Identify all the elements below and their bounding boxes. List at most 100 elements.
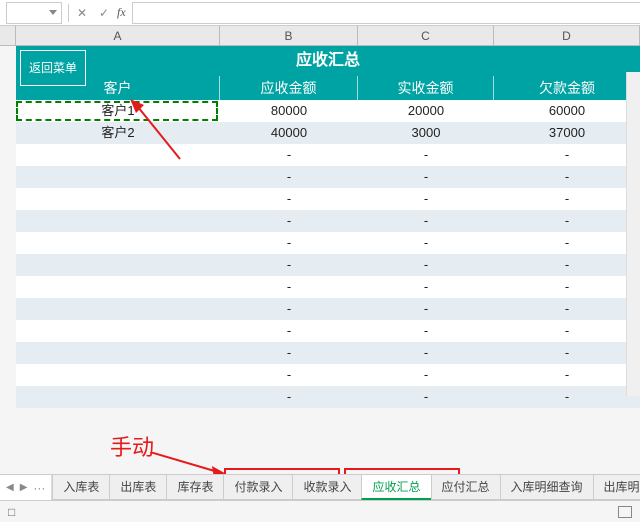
sheet-tab[interactable]: 收款录入 <box>292 475 362 500</box>
formula-input[interactable] <box>132 2 640 24</box>
cell-owed: - <box>494 386 640 408</box>
cell-received: - <box>358 364 494 386</box>
cancel-icon[interactable]: ✕ <box>71 6 93 20</box>
cell-receivable: - <box>220 364 358 386</box>
confirm-icon[interactable]: ✓ <box>93 6 115 20</box>
table-row[interactable]: --- <box>16 298 640 320</box>
sheet-tab[interactable]: 应收汇总 <box>361 475 431 500</box>
tabs: 入库表出库表库存表付款录入收款录入应收汇总应付汇总入库明细查询出库明 <box>52 475 640 500</box>
col-header-b[interactable]: B <box>220 26 358 45</box>
cell-receivable: - <box>220 342 358 364</box>
cell-customer <box>16 254 220 276</box>
cell-customer <box>16 364 220 386</box>
content: 返回菜单 应收汇总 客户 应收金额 实收金额 欠款金额 客户1800002000… <box>16 46 640 408</box>
sheet-tab[interactable]: 入库明细查询 <box>500 475 594 500</box>
col-header-c[interactable]: C <box>358 26 494 45</box>
table-row[interactable]: 客户240000300037000 <box>16 122 640 144</box>
sheet-tab[interactable]: 出库表 <box>109 475 167 500</box>
table-row[interactable]: --- <box>16 364 640 386</box>
cell-customer <box>16 210 220 232</box>
th-owed: 欠款金额 <box>494 76 640 100</box>
cell-customer <box>16 386 220 408</box>
tab-nav: ◀ ▶ ··· <box>0 475 52 500</box>
annotation-label: 手动 <box>110 430 154 462</box>
name-box[interactable] <box>6 2 62 24</box>
cell-customer <box>16 232 220 254</box>
cell-customer <box>16 298 220 320</box>
sheet-tab[interactable]: 付款录入 <box>223 475 293 500</box>
cell-received: - <box>358 144 494 166</box>
table-row[interactable]: --- <box>16 188 640 210</box>
cell-owed: - <box>494 320 640 342</box>
table-row[interactable]: 客户1800002000060000 <box>16 100 640 122</box>
col-header-d[interactable]: D <box>494 26 640 45</box>
cell-owed: - <box>494 188 640 210</box>
cell-received: - <box>358 320 494 342</box>
col-header-a[interactable]: A <box>16 26 220 45</box>
page-title: 应收汇总 <box>296 52 360 69</box>
sheet-tab[interactable]: 出库明 <box>593 475 640 500</box>
cell-owed: - <box>494 210 640 232</box>
table-row[interactable]: --- <box>16 386 640 408</box>
cell-received: - <box>358 342 494 364</box>
cell-receivable: - <box>220 144 358 166</box>
cell-receivable: 80000 <box>220 100 358 122</box>
cell-owed: - <box>494 364 640 386</box>
cell-received: - <box>358 210 494 232</box>
grid-area: A B C D 返回菜单 应收汇总 客户 应收金额 实收金额 欠款金额 客户18… <box>0 26 640 444</box>
view-normal-icon[interactable] <box>618 506 632 518</box>
sheet-tab[interactable]: 应付汇总 <box>431 475 501 500</box>
vertical-scrollbar[interactable] <box>626 72 640 396</box>
cell-customer <box>16 320 220 342</box>
column-headers: A B C D <box>0 26 640 46</box>
fx-icon[interactable]: fx <box>117 5 126 20</box>
cell-received: - <box>358 386 494 408</box>
table-row[interactable]: --- <box>16 232 640 254</box>
cell-received: - <box>358 254 494 276</box>
status-left-icon: □ <box>8 505 15 519</box>
table-row[interactable]: --- <box>16 276 640 298</box>
formula-bar: ✕ ✓ fx <box>0 0 640 26</box>
cell-customer <box>16 144 220 166</box>
cell-received: - <box>358 276 494 298</box>
tab-next-icon[interactable]: ▶ <box>20 482 28 493</box>
cell-receivable: - <box>220 320 358 342</box>
cell-receivable: - <box>220 188 358 210</box>
tab-more-icon[interactable]: ··· <box>33 481 45 495</box>
sheet-tab[interactable]: 库存表 <box>166 475 224 500</box>
cell-received: - <box>358 232 494 254</box>
cell-receivable: - <box>220 254 358 276</box>
cell-received: - <box>358 298 494 320</box>
cell-owed: - <box>494 166 640 188</box>
cell-owed: - <box>494 276 640 298</box>
cell-receivable: - <box>220 276 358 298</box>
table-row[interactable]: --- <box>16 320 640 342</box>
return-menu-button[interactable]: 返回菜单 <box>20 50 86 86</box>
table-header-row: 客户 应收金额 实收金额 欠款金额 <box>16 76 640 100</box>
sheet-tab[interactable]: 入库表 <box>52 475 110 500</box>
cell-received: 20000 <box>358 100 494 122</box>
cell-customer <box>16 166 220 188</box>
table-row[interactable]: --- <box>16 166 640 188</box>
th-receivable: 应收金额 <box>220 76 358 100</box>
th-received: 实收金额 <box>358 76 494 100</box>
cell-customer: 客户2 <box>16 122 220 144</box>
select-all-corner[interactable] <box>0 26 16 45</box>
cell-owed: - <box>494 298 640 320</box>
cell-owed: 60000 <box>494 100 640 122</box>
cell-customer: 客户1 <box>16 100 220 122</box>
cell-customer <box>16 188 220 210</box>
title-row: 返回菜单 应收汇总 <box>16 46 640 76</box>
divider <box>68 4 69 22</box>
cell-owed: - <box>494 144 640 166</box>
cell-owed: 37000 <box>494 122 640 144</box>
table-row[interactable]: --- <box>16 144 640 166</box>
cell-customer <box>16 276 220 298</box>
table-row[interactable]: --- <box>16 210 640 232</box>
tab-prev-icon[interactable]: ◀ <box>6 482 14 493</box>
table-row[interactable]: --- <box>16 342 640 364</box>
cell-receivable: - <box>220 232 358 254</box>
chevron-down-icon[interactable] <box>49 10 57 15</box>
cell-customer <box>16 342 220 364</box>
table-row[interactable]: --- <box>16 254 640 276</box>
